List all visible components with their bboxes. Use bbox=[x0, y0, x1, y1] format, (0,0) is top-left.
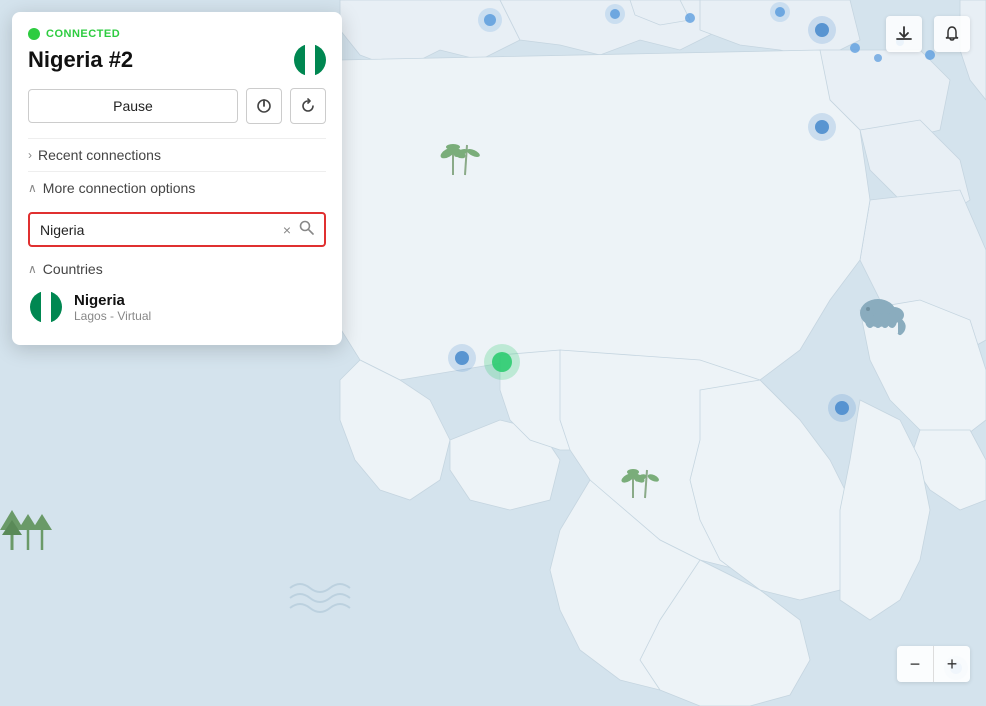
country-name: Nigeria bbox=[74, 292, 151, 309]
search-input[interactable] bbox=[40, 222, 283, 238]
country-info: Nigeria Lagos - Virtual bbox=[74, 292, 151, 323]
connected-label: CONNECTED bbox=[46, 28, 120, 40]
nigeria-flag bbox=[294, 44, 326, 76]
notifications-button[interactable] bbox=[934, 16, 970, 52]
server-row: Nigeria #2 bbox=[28, 44, 326, 76]
top-right-icons bbox=[886, 16, 970, 52]
clear-search-icon[interactable]: × bbox=[283, 222, 291, 238]
server-name: Nigeria #2 bbox=[28, 47, 133, 73]
countries-toggle[interactable]: ∧ Countries bbox=[28, 257, 326, 285]
vpn-panel: CONNECTED Nigeria #2 Pause › Recent bbox=[12, 12, 342, 345]
recent-connections-label: Recent connections bbox=[38, 147, 161, 163]
search-icon bbox=[299, 220, 314, 239]
pause-button[interactable]: Pause bbox=[28, 89, 238, 123]
download-button[interactable] bbox=[886, 16, 922, 52]
chevron-right-icon: › bbox=[28, 148, 32, 162]
action-row: Pause bbox=[28, 88, 326, 124]
divider-1 bbox=[28, 138, 326, 139]
refresh-button[interactable] bbox=[290, 88, 326, 124]
zoom-controls: − + bbox=[897, 646, 970, 682]
recent-connections-toggle[interactable]: › Recent connections bbox=[28, 141, 326, 169]
more-options-toggle[interactable]: ∧ More connection options bbox=[28, 174, 326, 202]
zoom-in-button[interactable]: + bbox=[934, 646, 970, 682]
country-flag bbox=[30, 291, 62, 323]
connected-dot bbox=[28, 28, 40, 40]
chevron-up-icon: ∧ bbox=[28, 181, 37, 195]
connected-badge: CONNECTED bbox=[28, 28, 326, 40]
more-options-label: More connection options bbox=[43, 180, 196, 196]
country-list-item[interactable]: Nigeria Lagos - Virtual bbox=[28, 285, 326, 329]
search-box-wrapper: × bbox=[28, 212, 326, 247]
zoom-out-button[interactable]: − bbox=[897, 646, 933, 682]
power-button[interactable] bbox=[246, 88, 282, 124]
divider-2 bbox=[28, 171, 326, 172]
countries-label: Countries bbox=[43, 261, 103, 277]
country-subtitle: Lagos - Virtual bbox=[74, 309, 151, 323]
chevron-up-icon-2: ∧ bbox=[28, 262, 37, 276]
